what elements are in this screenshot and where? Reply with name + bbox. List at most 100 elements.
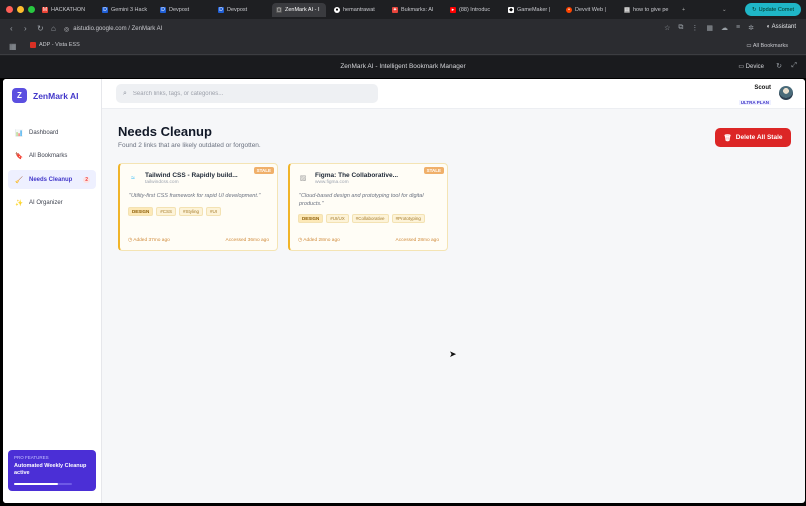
tab-hackathon[interactable]: M HACKATHON <box>38 3 94 17</box>
all-bookmarks-button[interactable]: ▭ All Bookmarks <box>746 43 788 49</box>
new-tab-button[interactable]: + <box>678 3 690 17</box>
apps-icon[interactable]: ▦ <box>706 24 713 32</box>
fullscreen-icon[interactable]: ⤢ <box>791 62 797 70</box>
promo-progress-fill <box>14 483 58 485</box>
promo-kicker: PRO FEATURES <box>14 455 49 460</box>
tab-howto[interactable]: ▤ how to give pe <box>620 3 674 17</box>
category-tag[interactable]: DESIGN <box>128 207 154 216</box>
avatar[interactable] <box>779 86 793 100</box>
sidebar-icon[interactable]: ≡ <box>736 24 740 32</box>
tag[interactable]: #Prototyping <box>391 214 425 223</box>
stale-badge: STALE <box>423 167 444 174</box>
search-box[interactable]: ⌕ <box>116 84 378 103</box>
user-info[interactable]: Scout ULTRA PLAN <box>738 85 771 109</box>
gamemaker-icon: ◆ <box>508 7 514 13</box>
added-time: ◷ Added 28mo ago <box>298 238 340 243</box>
bookmark-card[interactable]: STALE ≈ Tailwind CSS - Rapidly build... … <box>118 163 278 251</box>
chart-icon: 📊 <box>15 129 24 137</box>
tailwind-icon: ≈ <box>131 175 135 182</box>
tab-gamemaker[interactable]: ◆ GameMaker | <box>504 3 558 17</box>
forward-icon[interactable]: › <box>24 24 27 33</box>
mouse-cursor-icon: ➤ <box>449 349 457 359</box>
sidebar: Z ZenMark AI 📊 Dashboard 🔖 All Bookmarks 🧹… <box>3 79 102 503</box>
close-window-button[interactable] <box>6 6 13 13</box>
tab-github[interactable]: ● hemantrawat <box>330 3 384 17</box>
bookmark-icon: 🔖 <box>15 152 24 160</box>
added-time: ◷ Added 37mo ago <box>128 238 170 243</box>
refresh-icon[interactable]: ↻ <box>776 62 782 70</box>
maximize-window-button[interactable] <box>28 6 35 13</box>
github-icon: ● <box>334 7 340 13</box>
card-description: "Cloud-based design and prototyping tool… <box>299 193 424 207</box>
card-domain: www.figma.com <box>315 180 349 185</box>
chevron-down-icon[interactable]: ⌄ <box>718 3 728 17</box>
bookmark-adp[interactable]: ADP - Vista ESS <box>30 42 80 48</box>
back-icon[interactable]: ‹ <box>10 24 13 33</box>
sidebar-item-dashboard[interactable]: 📊 Dashboard <box>8 123 96 142</box>
card-tags: DESIGN #UI/UX #Collaborative #Prototypin… <box>298 214 425 223</box>
stale-badge: STALE <box>253 167 274 174</box>
card-footer: ◷ Added 28mo ago Accessed 28mo ago <box>298 238 439 243</box>
device-icon: ▭ <box>738 64 746 70</box>
update-comet-button[interactable]: ↻ Update Comet <box>745 3 801 16</box>
card-title[interactable]: Tailwind CSS - Rapidly build... <box>145 172 238 179</box>
image-icon: ▨ <box>299 175 307 182</box>
minimize-window-button[interactable] <box>17 6 24 13</box>
page-icon: ▤ <box>624 7 630 13</box>
tab-gemini[interactable]: D Gemini 3 Hack <box>98 3 152 17</box>
tab-zenmark[interactable]: ▢ ZenMark AI - I <box>272 3 326 17</box>
tag[interactable]: #Collaborative <box>351 214 389 223</box>
tab-strip: M HACKATHON D Gemini 3 Hack D Devpost D Devp… <box>0 0 806 19</box>
zenmark-app: Z ZenMark AI 📊 Dashboard 🔖 All Bookmarks 🧹… <box>3 79 805 503</box>
device-button[interactable]: ▭ Device <box>738 63 764 70</box>
toolbar-icons: ☆ ⧉ ⋮ ▦ ☁ ≡ ✲ <box>664 24 754 32</box>
tab-youtube[interactable]: ▸ (88) Introduc <box>446 3 500 17</box>
reddit-icon: • <box>566 7 572 13</box>
card-footer: ◷ Added 37mo ago Accessed 36mo ago <box>128 238 269 243</box>
tag[interactable]: #Styling <box>179 207 204 216</box>
menu-icon[interactable]: ⋮ <box>691 24 698 32</box>
tab-devpost-1[interactable]: D Devpost <box>156 3 210 17</box>
top-bar: ⌕ Scout ULTRA PLAN <box>102 79 805 109</box>
tab-devvit[interactable]: • Devvit Web | <box>562 3 616 17</box>
sparkle-icon: ✨ <box>15 199 24 207</box>
assistant-button[interactable]: ◐ Assistant <box>767 24 796 30</box>
home-icon[interactable]: ⌂ <box>51 24 56 33</box>
star-icon[interactable]: ☆ <box>664 24 670 32</box>
adp-icon <box>30 42 36 48</box>
brand[interactable]: Z ZenMark AI <box>12 88 79 103</box>
browser-chrome: M HACKATHON D Gemini 3 Hack D Devpost D Devp… <box>0 0 806 78</box>
tag[interactable]: #UI/UX <box>326 214 349 223</box>
card-title[interactable]: Figma: The Collaborative... <box>315 172 398 179</box>
main-content: ⌕ Scout ULTRA PLAN Needs Cleanup Found 2… <box>102 79 805 503</box>
tab-bukmarks[interactable]: ✦ Bukmarks: AI <box>388 3 442 17</box>
tab-devpost-2[interactable]: D Devpost <box>214 3 268 17</box>
tag[interactable]: #UI <box>206 207 222 216</box>
devpost-icon: D <box>218 7 224 13</box>
window-controls <box>6 6 35 13</box>
settings-icon[interactable]: ✲ <box>748 24 754 32</box>
gmail-icon: M <box>42 7 48 13</box>
search-input[interactable] <box>132 90 363 97</box>
devpost-icon: D <box>102 7 108 13</box>
tag[interactable]: #CSS <box>156 207 177 216</box>
promo-progress <box>14 483 72 485</box>
sidebar-item-all-bookmarks[interactable]: 🔖 All Bookmarks <box>8 146 96 165</box>
apps-grid-icon[interactable]: ▦ <box>9 42 17 51</box>
sidebar-item-needs-cleanup[interactable]: 🧹 Needs Cleanup 2 <box>8 170 96 189</box>
bookmark-card[interactable]: STALE ▨ Figma: The Collaborative... www.… <box>288 163 448 251</box>
sidebar-item-ai-organizer[interactable]: ✨ AI Organizer <box>8 193 96 212</box>
card-domain: tailwindcss.com <box>145 180 179 185</box>
delete-all-stale-button[interactable]: 🗑 Delete All Stale <box>715 128 791 147</box>
reload-icon[interactable]: ↻ <box>37 24 44 33</box>
site-info-icon: ◎ <box>64 26 70 33</box>
address-bar[interactable]: ◎ aistudio.google.com / ZenMark AI <box>64 22 664 36</box>
accessed-time: Accessed 36mo ago <box>225 238 269 243</box>
category-tag[interactable]: DESIGN <box>298 214 324 223</box>
devpost-icon: D <box>160 7 166 13</box>
card-tags: DESIGN #CSS #Styling #UI <box>128 207 222 216</box>
youtube-icon: ▸ <box>450 7 456 13</box>
cloud-icon[interactable]: ☁ <box>721 24 728 32</box>
extensions-icon[interactable]: ⧉ <box>678 24 683 32</box>
refresh-icon: ↻ <box>751 6 757 13</box>
